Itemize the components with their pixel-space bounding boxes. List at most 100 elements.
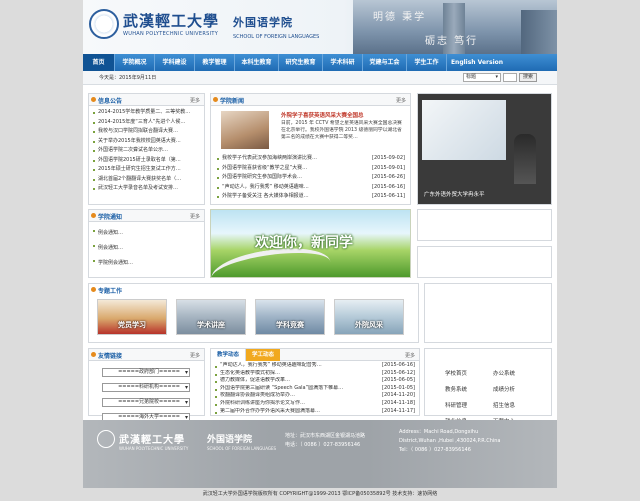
news-item: 外国语学院研究生参加国际学术会… [2015-06-26]: [217, 173, 405, 183]
motto-line2: 砺志 笃行: [425, 36, 479, 47]
quick-link-research-mgmt[interactable]: 科研管理: [445, 401, 493, 409]
news-photo[interactable]: [221, 111, 269, 149]
news-panel: 学院新闻 更多 外院学子喜获英语风采大赛全国总 日前，2015 年 CCTV 希望…: [210, 93, 411, 205]
nav-overview[interactable]: 学院概况: [115, 54, 155, 71]
feature-thumb-style[interactable]: 外院风采: [334, 299, 404, 335]
banner-text: 欢迎你，新同学: [255, 235, 353, 251]
quick-link-admissions[interactable]: 招生信息: [493, 401, 541, 409]
quick-link-academic-affairs[interactable]: 教务系统: [445, 385, 493, 393]
projection-screen: [422, 100, 506, 160]
news-item: 我校学子代表武汉参加海峡两岸演讲比赛… [2015-09-02]: [217, 154, 405, 164]
nav-home[interactable]: 首页: [83, 54, 115, 71]
copyright: 武汉轻工大学外国语学院版权所有 COPYRIGHT@1999-2013 鄂ICP…: [83, 488, 557, 501]
news-item: 外国语学院喜获省级“教学之星”大赛… [2015-09-01]: [217, 163, 405, 173]
gov-links-select[interactable]: =====政府部门=====: [102, 368, 190, 377]
notice-item[interactable]: 关于举办2015年我校校园英语大赛…: [93, 137, 200, 147]
search-input[interactable]: [503, 73, 517, 82]
lecture-photo[interactable]: 广东外语外贸大学冉永平: [417, 93, 552, 205]
notice-item[interactable]: 2014-2015年度“三育人”先进个人候…: [93, 118, 200, 128]
site-footer: 武漢輕工大學 WUHAN POLYTECHNIC UNIVERSITY 外国语学…: [83, 420, 557, 488]
campus-building: [521, 10, 557, 54]
quick-links-panel: 学校首页 办公系统 教务系统 成绩分析 科研管理 招生信息 就业信息 下载中心: [424, 348, 552, 425]
teaching-item: 外院科研训练讲座为你揭示论文写作… [2014-11-18]: [215, 399, 415, 408]
nav-discipline[interactable]: 学科建设: [155, 54, 195, 71]
side-box: [424, 283, 552, 343]
news-item: “声动达人，我行我秀” 移动英语趣味… [2015-06-16]: [217, 182, 405, 192]
teaching-item: “声动达人，我行我秀” 移动英语趣味配音秀… [2015-06-16]: [215, 362, 415, 370]
notices-title: 信息公告: [90, 97, 123, 105]
side-box: [417, 209, 552, 241]
notice-item[interactable]: 武汉轻工大学录音名单及考试安排…: [93, 184, 200, 194]
search-type-select[interactable]: 标题: [463, 73, 501, 82]
footer-school-en: SCHOOL OF FOREIGN LANGUAGES: [207, 446, 277, 451]
academic-more-link[interactable]: 更多: [190, 213, 200, 220]
news-more-link[interactable]: 更多: [396, 97, 406, 104]
notice-item[interactable]: 我校与汉口学院同拟联合翻译大赛…: [93, 127, 200, 137]
footer-contact-cn: 地址：武汉市东西湖区金银湖马池路 电话：（ 0086 ）027-83956146: [285, 433, 366, 448]
footer-university-en: WUHAN POLYTECHNIC UNIVERSITY: [119, 446, 189, 451]
nav-teaching[interactable]: 教学管理: [195, 54, 235, 71]
teaching-item: 德力教媒体，促进语教学改革… [2015-06-05]: [215, 377, 415, 385]
nav-student-affairs[interactable]: 学生工作: [407, 54, 447, 71]
feature-thumb-lecture[interactable]: 学术讲座: [176, 299, 246, 335]
tab-teaching-news[interactable]: 教学动态: [211, 349, 247, 361]
footer-university-cn: 武漢輕工大學: [119, 435, 185, 446]
news-title: 学院新闻: [212, 97, 245, 105]
academic-panel: 学院通知 更多 例会通知… 例会通知… 学院例会通知…: [88, 209, 205, 278]
motto-line1: 明德 秉学: [373, 12, 427, 23]
quick-link-school-home[interactable]: 学校首页: [445, 369, 493, 377]
current-date: 今天是：2015年9月11日: [99, 75, 157, 81]
nav-graduate[interactable]: 研究生教育: [279, 54, 323, 71]
teaching-item: 第二届中外合作办学外语风采大赛圆满落幕… [2014-11-17]: [215, 407, 415, 416]
footer-contact-en: Address：Machi Road,Dongxihu District,Wuh…: [399, 429, 501, 453]
quick-link-grades[interactable]: 成绩分析: [493, 385, 541, 393]
notice-item[interactable]: 2014-2015学年教学质量二、三等奖教…: [93, 108, 200, 118]
university-seal-icon: [89, 9, 119, 39]
teaching-item: 校翻翻译协会翻译类组成功举办… [2014-11-20]: [215, 392, 415, 400]
notice-item[interactable]: 湖北首届2个翻翻译大赛获奖名单（…: [93, 175, 200, 185]
toolbar: 今天是：2015年9月11日 标题 搜索: [83, 71, 557, 85]
notice-item[interactable]: 外国语学院2015研土录取名单（第…: [93, 156, 200, 166]
college-links-select[interactable]: =====兄弟院校=====: [102, 398, 190, 407]
notices-panel: 信息公告 更多 2014-2015学年教学质量二、三等奖教… 2014-2015年…: [88, 93, 205, 205]
school-name-en: SCHOOL OF FOREIGN LANGUAGES: [233, 34, 320, 40]
teaching-more-link[interactable]: 更多: [405, 352, 415, 359]
teaching-item: 外国语学院第三届研读 “Speech Gala”圆满落下帷幕… [2015-01-…: [215, 384, 415, 393]
notices-more-link[interactable]: 更多: [190, 97, 200, 104]
notice-item[interactable]: 外国语学院二次聋试名单公示…: [93, 146, 200, 156]
page: 武漢輕工大學 WUHAN POLYTECHNIC UNIVERSITY 外国语学…: [83, 0, 557, 501]
footer-seal-icon: [97, 430, 115, 448]
feature-thumb-party[interactable]: 党员学习: [97, 299, 167, 335]
footer-school-cn: 外国语学院: [207, 435, 253, 445]
academic-item[interactable]: 学院例会通知…: [93, 256, 200, 271]
friend-links-title: 友情链接: [90, 352, 123, 360]
side-box: [417, 246, 552, 278]
nav-undergraduate[interactable]: 本科生教育: [235, 54, 279, 71]
university-name-en: WUHAN POLYTECHNIC UNIVERSITY: [123, 31, 219, 37]
notice-item[interactable]: 2015年硕士研究生招生复试工作方…: [93, 165, 200, 175]
photo-caption: 广东外语外贸大学冉永平: [424, 192, 485, 198]
welcome-banner[interactable]: 欢迎你，新同学: [210, 209, 411, 278]
nav-party[interactable]: 党建与工会: [363, 54, 407, 71]
academic-item[interactable]: 例会通知…: [93, 226, 200, 241]
university-name-cn: 武漢輕工大學: [123, 12, 220, 30]
friend-links-more-link[interactable]: 更多: [190, 352, 200, 359]
speaker-figure: [514, 134, 536, 184]
academic-title: 学院通知: [90, 213, 123, 221]
teaching-panel: 教学动态 学工动态 更多 “声动达人，我行我秀” 移动英语趣味配音秀… [2015…: [210, 348, 420, 416]
news-item: 外院学子备受关注 各大媒体争相报道… [2015-06-11]: [217, 192, 405, 202]
friend-links-panel: 友情链接 更多 =====政府部门===== =====科研机构===== ===…: [88, 348, 205, 422]
site-header: 武漢輕工大學 WUHAN POLYTECHNIC UNIVERSITY 外国语学…: [83, 0, 557, 54]
news-headline[interactable]: 外院学子喜获英语风采大赛全国总: [281, 111, 364, 119]
nav-english[interactable]: English Version: [447, 54, 507, 71]
teaching-item: 生态化英语教学模式初探… [2015-06-12]: [215, 369, 415, 378]
news-summary: 日前，2015 年 CCTV 希望之星英语风采大赛全国总决赛在北京举行。我校外国…: [281, 121, 402, 140]
tab-student-news[interactable]: 学工动态: [246, 349, 281, 361]
quick-link-office[interactable]: 办公系统: [493, 369, 541, 377]
feature-thumb-competition[interactable]: 学科竞赛: [255, 299, 325, 335]
features-title: 专题工作: [90, 287, 123, 295]
nav-research[interactable]: 学术科研: [323, 54, 363, 71]
academic-item[interactable]: 例会通知…: [93, 241, 200, 256]
search-button[interactable]: 搜索: [519, 73, 537, 82]
research-links-select[interactable]: =====科研机构=====: [102, 383, 190, 392]
